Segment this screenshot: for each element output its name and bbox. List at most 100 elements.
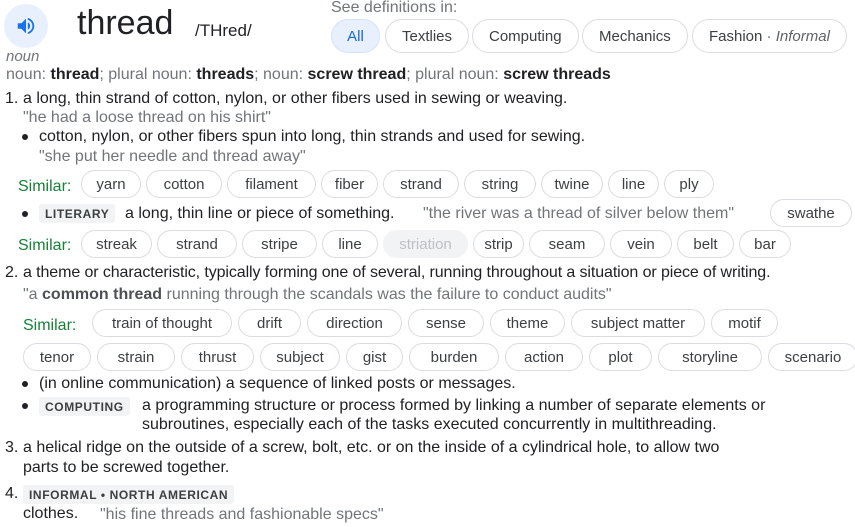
similar-chip[interactable]: twine: [541, 170, 603, 198]
word-forms: noun: thread; plural noun: threads; noun…: [6, 66, 611, 84]
tab-fashion[interactable]: Fashion · Informal: [692, 19, 847, 53]
similar-chip[interactable]: thrust: [181, 343, 254, 371]
sub-definition-example: "she put her needle and thread away": [39, 148, 306, 165]
headword: thread: [77, 4, 174, 42]
forms-key: noun:: [6, 66, 51, 83]
definition-example: "a common thread running through the sca…: [23, 286, 612, 304]
similar-chip[interactable]: burden: [409, 343, 499, 371]
tab-mechanics[interactable]: Mechanics: [582, 19, 688, 53]
similar-chip[interactable]: action: [505, 343, 583, 371]
similar-chip[interactable]: strand: [383, 170, 459, 198]
example-text: running through the scandals was the fai…: [162, 286, 612, 303]
definition-text: a theme or characteristic, typically for…: [23, 264, 771, 281]
similar-chip[interactable]: vein: [610, 230, 672, 258]
bullet: [22, 403, 28, 409]
tab-all[interactable]: All: [331, 19, 380, 53]
similar-chip[interactable]: train of thought: [92, 309, 232, 337]
similar-chip[interactable]: storyline: [658, 343, 762, 371]
register-tag: LITERARY: [39, 204, 116, 223]
tab-label: Textlies: [402, 27, 453, 45]
similar-chip[interactable]: cotton: [146, 170, 222, 198]
forms-key: ; plural noun:: [406, 66, 504, 83]
similar-chip[interactable]: line: [608, 170, 659, 198]
forms-value: screw thread: [307, 66, 407, 83]
definition-number: 3.: [5, 439, 19, 456]
sub-definition-text: a long, thin line or piece of something.: [125, 205, 395, 222]
forms-key: ; noun:: [254, 66, 308, 83]
similar-chip[interactable]: string: [464, 170, 536, 198]
definition-text: clothes.: [23, 505, 79, 522]
tab-label: All: [347, 27, 364, 45]
similar-chip[interactable]: subject matter: [571, 309, 705, 337]
sub-definition-text: (in online communication) a sequence of …: [39, 375, 516, 392]
forms-value: screw threads: [503, 66, 611, 83]
sub-definition-text: a programming structure or process forme…: [142, 397, 766, 414]
similar-chip[interactable]: theme: [490, 309, 565, 337]
similar-chip[interactable]: belt: [677, 230, 734, 258]
definition-text-cont: parts to be screwed together.: [23, 459, 230, 476]
similar-chips: streak strand stripe line striation strip seam…: [81, 230, 791, 258]
tab-textiles[interactable]: Textlies: [385, 19, 470, 53]
bullet: [22, 381, 28, 387]
forms-value: threads: [196, 66, 255, 83]
similar-label: Similar:: [18, 178, 72, 195]
similar-label: Similar:: [18, 237, 72, 254]
tab-note: Informal: [775, 27, 830, 45]
similar-chip[interactable]: striation: [383, 230, 468, 258]
definition-number: 1.: [5, 90, 19, 107]
part-of-speech: noun: [6, 48, 40, 65]
bullet: [22, 211, 28, 217]
bullet: [22, 134, 28, 140]
sub-definition-example: "the river was a thread of silver below …: [423, 205, 735, 222]
similar-chip[interactable]: ply: [664, 170, 714, 198]
definition-example: "he had a loose thread on his shirt": [23, 109, 271, 126]
tab-label: Computing: [489, 27, 562, 45]
similar-chip[interactable]: subject: [260, 343, 340, 371]
sub-definition-text-cont: subroutines, especially each of the task…: [142, 416, 717, 433]
definition-text: a helical ridge on the outside of a scre…: [23, 439, 720, 456]
speaker-icon: [17, 17, 35, 35]
tab-label: Mechanics: [599, 27, 671, 45]
similar-chip[interactable]: line: [322, 230, 378, 258]
tab-separator: ·: [762, 27, 776, 45]
similar-chip[interactable]: filament: [227, 170, 316, 198]
similar-chip[interactable]: tenor: [23, 343, 91, 371]
similar-chip[interactable]: seam: [529, 230, 605, 258]
example-text: "a: [23, 286, 43, 303]
similar-chip[interactable]: sense: [408, 309, 484, 337]
example-keyword: common thread: [42, 286, 163, 303]
similar-chip[interactable]: scenario: [768, 343, 855, 371]
forms-key: ; plural noun:: [99, 66, 197, 83]
register-tag: INFORMAL • NORTH AMERICAN: [23, 485, 235, 504]
similar-chip[interactable]: fiber: [321, 170, 378, 198]
similar-chip[interactable]: drift: [238, 309, 301, 337]
see-definitions-label: See definitions in:: [331, 0, 458, 16]
similar-chip[interactable]: yarn: [81, 170, 141, 198]
similar-chip[interactable]: streak: [81, 230, 152, 258]
similar-chip[interactable]: stripe: [242, 230, 317, 258]
tab-label: Fashion: [709, 27, 763, 45]
definition-example: "his fine threads and fashionable specs": [100, 506, 384, 523]
phonetic: /THred/: [195, 21, 252, 40]
forms-value: thread: [50, 66, 100, 83]
similar-chip[interactable]: swathe: [770, 199, 852, 227]
similar-chip[interactable]: direction: [307, 309, 402, 337]
similar-chip[interactable]: strain: [97, 343, 175, 371]
tab-computing[interactable]: Computing: [472, 19, 579, 53]
pronunciation-button[interactable]: [4, 4, 48, 48]
similar-chip[interactable]: gist: [346, 343, 403, 371]
sub-definition-text: cotton, nylon, or other fibers spun into…: [39, 128, 586, 145]
domain-tag: COMPUTING: [39, 397, 130, 416]
definition-number: 4.: [5, 485, 19, 502]
similar-chip[interactable]: strip: [473, 230, 524, 258]
similar-chip[interactable]: plot: [589, 343, 652, 371]
definition-text: a long, thin strand of cotton, nylon, or…: [23, 90, 568, 107]
similar-label: Similar:: [23, 317, 77, 334]
similar-chips: train of thought drift direction sense theme…: [92, 309, 778, 337]
similar-chip[interactable]: motif: [711, 309, 778, 337]
definition-number: 2.: [5, 264, 19, 281]
similar-chip[interactable]: strand: [157, 230, 237, 258]
similar-chips: tenor strain thrust subject gist burden action…: [23, 343, 855, 371]
similar-chips: yarn cotton filament fiber strand string twine…: [81, 170, 714, 198]
similar-chip[interactable]: bar: [739, 230, 791, 258]
